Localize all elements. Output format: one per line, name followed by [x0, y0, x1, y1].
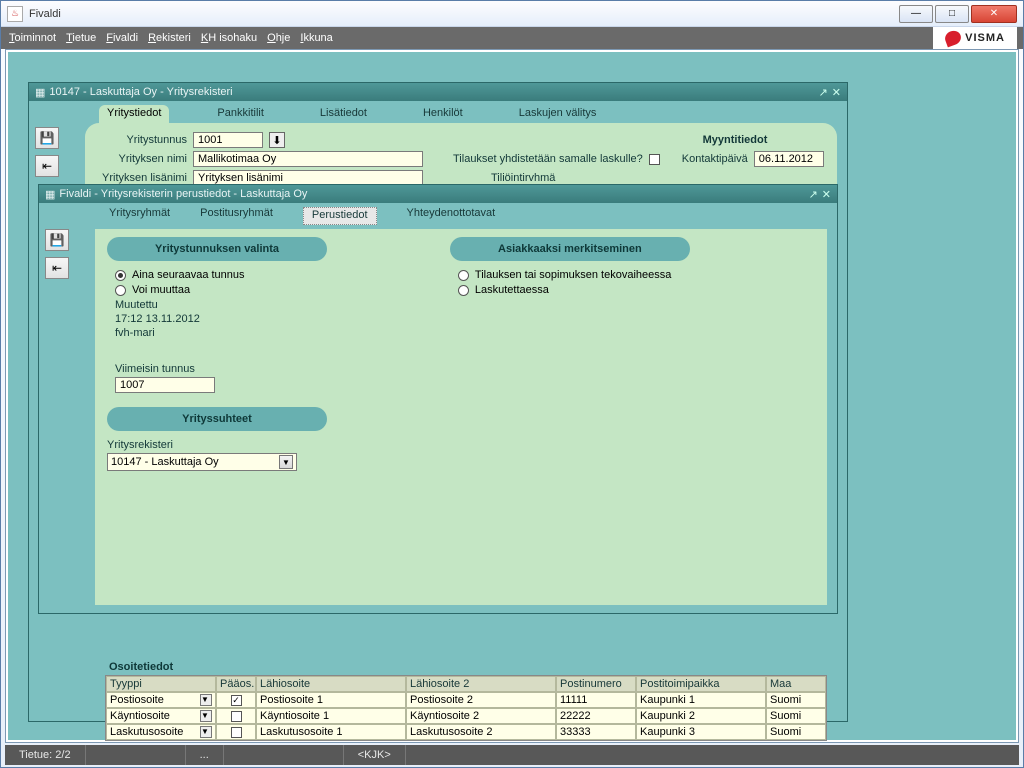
tab-henkilot[interactable]: Henkilöt	[415, 105, 471, 123]
java-icon: ♨	[7, 6, 23, 22]
status-user: <KJK>	[344, 745, 406, 765]
chevron-down-icon: ▼	[200, 726, 212, 738]
app-menubar: Toiminnot Tietue Fivaldi Rekisteri KH is…	[1, 27, 1023, 49]
input-yrityksen-nimi[interactable]	[193, 151, 423, 167]
status-mid: ...	[186, 745, 224, 765]
label-yritystunnus: Yritystunnus	[97, 134, 187, 146]
tab-pankkitilit[interactable]: Pankkitilit	[209, 105, 271, 123]
back-icon[interactable]: ⇤	[45, 257, 69, 279]
window-close-icon[interactable]: ✕	[832, 86, 841, 99]
label-tiliointiryhma: Tiliöintirvhmä	[491, 172, 555, 184]
col-postitoimipaikka: Postitoimipaikka	[636, 676, 766, 692]
heading-osoitetiedot: Osoitetiedot	[105, 661, 827, 675]
table-row[interactable]: Laskutusosoite▼Laskutusosoite 1Laskutuso…	[106, 724, 826, 740]
save-icon[interactable]: 💾	[45, 229, 69, 251]
tabs-dialog: Yritysryhmät Postitusryhmät Perustiedot …	[39, 203, 837, 225]
dialog-title: Fivaldi - Yritysrekisterin perustiedot -…	[59, 188, 307, 200]
tab-lisatiedot[interactable]: Lisätiedot	[312, 105, 375, 123]
menu-fivaldi[interactable]: Fivaldi	[106, 32, 138, 44]
chevron-down-icon: ▼	[200, 710, 212, 722]
label-tilaukset: Tilaukset yhdistetään samalle laskulle?	[453, 153, 643, 165]
input-viimeisin-tunnus[interactable]	[115, 377, 215, 393]
input-yritystunnus[interactable]	[193, 132, 263, 148]
menu-ohje[interactable]: Ohje	[267, 32, 290, 44]
maximize-button[interactable]: □	[935, 5, 969, 23]
dialog-close-icon[interactable]: ✕	[822, 188, 831, 201]
status-record: Tietue: 2/2	[5, 745, 86, 765]
app-icon: ▦	[35, 86, 45, 99]
pill-yritystunnuksen-valinta: Yritystunnuksen valinta	[107, 237, 327, 261]
window-restore-icon[interactable]: ↗	[819, 86, 828, 99]
label-viimeisin-tunnus: Viimeisin tunnus	[115, 363, 447, 375]
section-myyntitiedot: Myyntitiedot	[645, 134, 825, 146]
table-row[interactable]: Käyntiosoite▼Käyntiosoite 1Käyntiosoite …	[106, 708, 826, 724]
checkbox-tilaukset-yhdistetaan[interactable]	[649, 154, 660, 165]
menu-rekisteri[interactable]: Rekisteri	[148, 32, 191, 44]
os-titlebar: ♨ Fivaldi — □ ✕	[1, 1, 1023, 27]
label-yritysrekisteri: Yritysrekisteri	[107, 439, 447, 451]
window-perustiedot-dialog: ▦ Fivaldi - Yritysrekisterin perustiedot…	[38, 184, 838, 614]
col-lahiosoite2: Lähiosoite 2	[406, 676, 556, 692]
tabs-main: Yritystiedot Pankkitilit Lisätiedot Henk…	[29, 101, 847, 123]
input-kontaktipaiva[interactable]	[754, 151, 824, 167]
window-title: 10147 - Laskuttaja Oy - Yritysrekisteri	[49, 86, 232, 98]
radio-aina-seuraavaa[interactable]: Aina seuraavaa tunnus	[115, 269, 447, 281]
dialog-titlebar[interactable]: ▦ Fivaldi - Yritysrekisterin perustiedot…	[39, 185, 837, 203]
text-muutettu-user: fvh-mari	[115, 327, 447, 339]
checkbox-paaos	[231, 727, 242, 738]
pill-asiakkaaksi-merkitseminen: Asiakkaaksi merkitseminen	[450, 237, 690, 261]
status-bar: Tietue: 2/2 ... <KJK>	[5, 745, 1019, 765]
window-titlebar[interactable]: ▦ 10147 - Laskuttaja Oy - Yritysrekister…	[29, 83, 847, 101]
checkbox-paaos: ✓	[231, 695, 242, 706]
download-icon[interactable]: ⬇	[269, 132, 285, 148]
menu-kh-isohaku[interactable]: KH isohaku	[201, 32, 257, 44]
minimize-button[interactable]: —	[899, 5, 933, 23]
os-window-title: Fivaldi	[29, 8, 899, 20]
save-icon[interactable]: 💾	[35, 127, 59, 149]
address-table: Tyyppi Pääos. Lähiosoite Lähiosoite 2 Po…	[105, 675, 827, 741]
label-yrityksen-nimi: Yrityksen nimi	[97, 153, 187, 165]
text-muutettu-time: 17:12 13.11.2012	[115, 313, 447, 325]
visma-swirl-icon	[943, 29, 963, 48]
chevron-down-icon: ▼	[279, 455, 293, 469]
menu-toiminnot[interactable]: Toiminnot	[9, 32, 56, 44]
table-row[interactable]: Postiosoite▼✓Postiosoite 1Postiosoite 21…	[106, 692, 826, 708]
col-maa: Maa	[766, 676, 826, 692]
label-kontaktipaiva: Kontaktipäivä	[682, 153, 748, 165]
label-muutettu: Muutettu	[115, 299, 447, 311]
radio-tilauksen-tekovaiheessa[interactable]: Tilauksen tai sopimuksen tekovaiheessa	[458, 269, 790, 281]
tab-postitusryhmat[interactable]: Postitusryhmät	[200, 207, 273, 225]
radio-voi-muuttaa[interactable]: Voi muuttaa	[115, 284, 447, 296]
pill-yrityssuhteet: Yrityssuhteet	[107, 407, 327, 431]
back-icon[interactable]: ⇤	[35, 155, 59, 177]
tab-perustiedot[interactable]: Perustiedot	[303, 207, 377, 225]
brand-logo: VISMA	[933, 27, 1017, 49]
menu-tietue[interactable]: Tietue	[66, 32, 96, 44]
combo-yritysrekisteri[interactable]: 10147 - Laskuttaja Oy ▼	[107, 453, 297, 471]
tab-yritystiedot[interactable]: Yritystiedot	[99, 105, 169, 123]
tab-yhteydenottotavat[interactable]: Yhteydenottotavat	[407, 207, 496, 225]
menu-ikkuna[interactable]: Ikkuna	[300, 32, 332, 44]
close-button[interactable]: ✕	[971, 5, 1017, 23]
section-osoitetiedot: Osoitetiedot Tyyppi Pääos. Lähiosoite Lä…	[105, 661, 827, 705]
chevron-down-icon: ▼	[200, 694, 212, 706]
dialog-restore-icon[interactable]: ↗	[809, 188, 818, 201]
radio-laskutettaessa[interactable]: Laskutettaessa	[458, 284, 790, 296]
col-postinumero: Postinumero	[556, 676, 636, 692]
tab-yritysryhmat[interactable]: Yritysryhmät	[109, 207, 170, 225]
col-lahiosoite: Lähiosoite	[256, 676, 406, 692]
label-yrityksen-lisanimi: Yrityksen lisänimi	[97, 172, 187, 184]
app-icon: ▦	[45, 188, 55, 201]
checkbox-paaos	[231, 711, 242, 722]
col-paaos: Pääos.	[216, 676, 256, 692]
tab-laskujen-valitys[interactable]: Laskujen välitys	[511, 105, 605, 123]
col-tyyppi: Tyyppi	[106, 676, 216, 692]
